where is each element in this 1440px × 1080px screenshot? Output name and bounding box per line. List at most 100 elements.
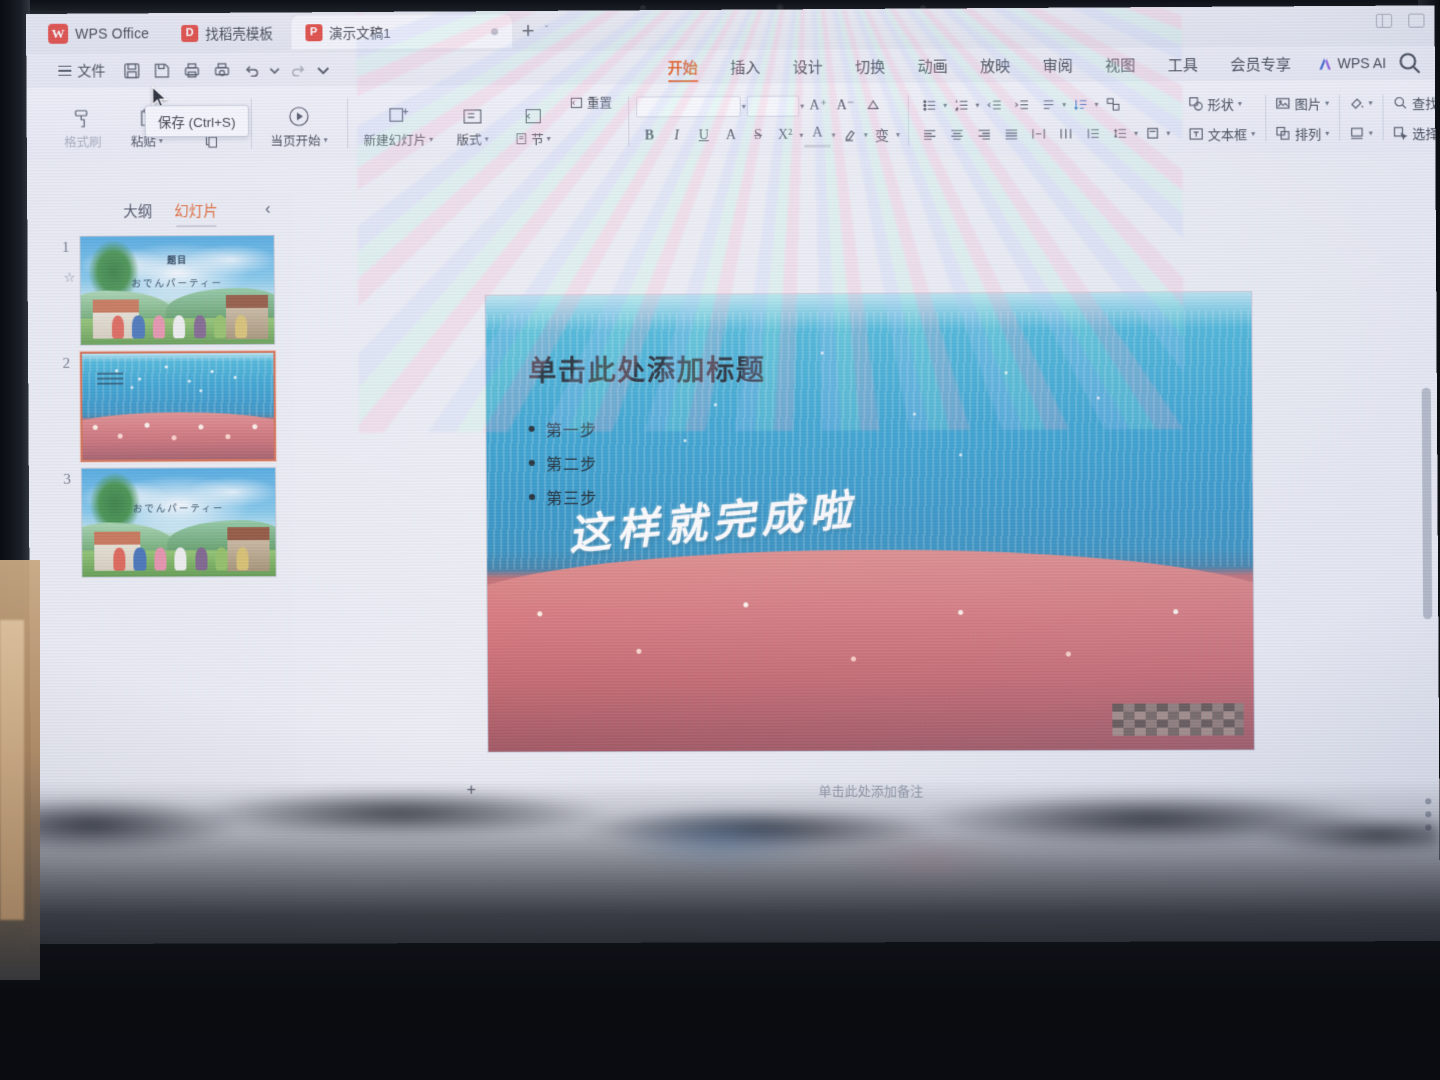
character-style-chevron-icon[interactable]: ▾ bbox=[896, 130, 900, 139]
print-icon[interactable] bbox=[177, 57, 205, 83]
scroll-nav-buttons[interactable] bbox=[1425, 798, 1432, 831]
undo-icon[interactable] bbox=[237, 57, 265, 83]
font-color-chevron-icon[interactable]: ▾ bbox=[832, 130, 836, 139]
numbered-list-icon[interactable] bbox=[948, 93, 974, 117]
slide-thumbnail-image[interactable]: おでんパーティー bbox=[80, 466, 277, 578]
tab-docer-templates[interactable]: D 找稻壳模板 bbox=[167, 17, 287, 48]
align-text-icon[interactable] bbox=[1139, 121, 1165, 145]
file-menu-button[interactable]: 文件 bbox=[48, 60, 115, 80]
slide-bullet[interactable]: 第一步 bbox=[528, 412, 598, 446]
align-right-icon[interactable] bbox=[971, 122, 997, 146]
slide-thumbnail-image[interactable]: 题目 おでんパーティー bbox=[79, 234, 276, 346]
shape-outline-button[interactable]: ▾ bbox=[1349, 119, 1373, 145]
line-spacing-icon[interactable] bbox=[1107, 121, 1133, 145]
distribute-icon[interactable] bbox=[1025, 122, 1051, 146]
ribbon-tab-start[interactable]: 开始 bbox=[652, 50, 715, 84]
strikethrough-icon[interactable]: S bbox=[745, 123, 771, 147]
wps-ai-button[interactable]: WPS AI bbox=[1307, 55, 1396, 72]
align-text-chevron-icon[interactable]: ▾ bbox=[1166, 129, 1170, 138]
highlight-chevron-icon[interactable]: ▾ bbox=[864, 130, 868, 139]
toolbar-chevron-down-icon[interactable] bbox=[314, 56, 332, 82]
search-icon[interactable] bbox=[1396, 50, 1422, 76]
tab-presentation-1[interactable]: P 演示文稿1 bbox=[290, 14, 512, 50]
wps-brand[interactable]: W WPS Office bbox=[34, 13, 163, 54]
save-icon[interactable] bbox=[117, 57, 145, 83]
smartart-icon[interactable] bbox=[1100, 92, 1126, 116]
save-as-icon[interactable] bbox=[147, 57, 175, 83]
print-preview-icon[interactable] bbox=[207, 57, 235, 83]
paragraph-spacing-icon[interactable] bbox=[1079, 121, 1105, 145]
italic-icon[interactable]: I bbox=[663, 124, 689, 148]
numbered-list-chevron-icon[interactable]: ▾ bbox=[975, 101, 979, 110]
textbox-button[interactable]: 文本框 ▾ bbox=[1189, 120, 1256, 147]
text-direction-icon[interactable] bbox=[1067, 92, 1093, 116]
start-from-current-slide-button[interactable]: 当页开始 ▾ bbox=[259, 88, 340, 159]
shapes-button[interactable]: 形状 ▾ bbox=[1188, 90, 1255, 117]
slide-canvas[interactable]: 单击此处添加标题 第一步 第二步 第三步 这样就完成啦 + 单击此处添加备注 bbox=[292, 186, 1440, 943]
font-size-input[interactable] bbox=[746, 95, 800, 117]
section-button[interactable]: 节 ▾ bbox=[503, 87, 562, 157]
tab-close-dot-icon[interactable] bbox=[490, 27, 498, 35]
slide-thumbnail-3[interactable]: 3 おでんパーティー bbox=[29, 466, 295, 584]
vertical-scrollbar[interactable] bbox=[1421, 207, 1434, 901]
layout-button[interactable]: 版式 ▾ bbox=[441, 87, 504, 157]
panel-tab-outline[interactable]: 大纲 bbox=[123, 200, 152, 221]
scrollbar-thumb[interactable] bbox=[1421, 387, 1433, 620]
notes-placeholder[interactable]: + 单击此处添加备注 bbox=[467, 769, 1255, 811]
ribbon-tab-member[interactable]: 会员专享 bbox=[1214, 46, 1307, 81]
ribbon-tab-view[interactable]: 视图 bbox=[1089, 47, 1152, 82]
undo-chevron-icon[interactable] bbox=[268, 56, 282, 82]
bullet-list-chevron-icon[interactable]: ▾ bbox=[943, 101, 947, 110]
pinyin-guide-icon[interactable] bbox=[1035, 93, 1061, 117]
tab-list-chevron-icon[interactable]: ˇ bbox=[545, 25, 557, 37]
picture-button[interactable]: 图片 ▾ bbox=[1275, 90, 1329, 116]
justify-icon[interactable] bbox=[998, 122, 1024, 146]
ribbon-tab-insert[interactable]: 插入 bbox=[714, 50, 777, 84]
slide-thumbnail-2[interactable]: 2 bbox=[28, 350, 294, 468]
clear-formatting-icon[interactable] bbox=[860, 94, 886, 118]
slide-thumbnail-image[interactable] bbox=[80, 350, 276, 462]
format-painter-button[interactable]: 格式刷 bbox=[50, 89, 114, 159]
reset-button[interactable]: 重置 bbox=[562, 87, 621, 157]
shrink-font-icon[interactable]: A⁻ bbox=[832, 94, 858, 118]
ribbon-tab-animation[interactable]: 动画 bbox=[901, 48, 964, 83]
decrease-indent-icon[interactable] bbox=[980, 93, 1006, 117]
sidebar-toggle-icon[interactable] bbox=[1408, 13, 1425, 28]
ribbon-tab-design[interactable]: 设计 bbox=[776, 49, 839, 83]
panel-tab-slides[interactable]: 幻灯片 bbox=[174, 199, 218, 220]
select-button[interactable]: 选择 ▾ bbox=[1393, 119, 1440, 145]
current-slide[interactable]: 单击此处添加标题 第一步 第二步 第三步 这样就完成啦 bbox=[485, 292, 1254, 752]
arrange-button[interactable]: 排列 ▾ bbox=[1275, 120, 1329, 146]
font-name-chevron-icon[interactable]: ▾ bbox=[742, 102, 746, 111]
new-tab-button[interactable]: + bbox=[516, 18, 541, 43]
slide-bullet[interactable]: 第二步 bbox=[528, 446, 598, 480]
grow-font-icon[interactable]: A⁺ bbox=[805, 94, 831, 118]
columns-icon[interactable] bbox=[1052, 122, 1078, 146]
add-notes-plus-icon[interactable]: + bbox=[467, 782, 476, 800]
split-view-icon[interactable] bbox=[1375, 13, 1393, 28]
pinyin-chevron-icon[interactable]: ▾ bbox=[1062, 100, 1066, 109]
line-spacing-chevron-icon[interactable]: ▾ bbox=[1134, 129, 1138, 138]
redo-icon[interactable] bbox=[284, 56, 312, 82]
superscript-chevron-icon[interactable]: ▾ bbox=[799, 131, 803, 140]
align-center-icon[interactable] bbox=[943, 122, 969, 146]
increase-indent-icon[interactable] bbox=[1008, 93, 1034, 117]
fill-color-button[interactable]: ▾ bbox=[1349, 89, 1373, 115]
font-color-icon[interactable]: A bbox=[804, 122, 831, 148]
align-left-icon[interactable] bbox=[916, 122, 942, 146]
highlighter-icon[interactable] bbox=[837, 123, 863, 147]
favorite-star-icon[interactable]: ☆ bbox=[64, 270, 76, 286]
font-name-input[interactable] bbox=[636, 95, 741, 118]
text-shadow-icon[interactable]: A bbox=[718, 123, 744, 147]
find-button[interactable]: 查找 ▾ bbox=[1393, 89, 1440, 115]
ribbon-tab-review[interactable]: 审阅 bbox=[1026, 48, 1089, 83]
character-style-icon[interactable]: 变 bbox=[869, 123, 895, 147]
slide-body-placeholder[interactable]: 第一步 第二步 第三步 bbox=[528, 412, 598, 515]
slide-title-placeholder[interactable]: 单击此处添加标题 bbox=[528, 349, 766, 390]
font-size-chevron-icon[interactable]: ▾ bbox=[800, 102, 804, 111]
ribbon-tab-tools[interactable]: 工具 bbox=[1151, 47, 1214, 82]
new-slide-button[interactable]: 新建幻灯片 ▾ bbox=[355, 88, 442, 159]
ribbon-tab-transition[interactable]: 切换 bbox=[839, 49, 902, 83]
underline-icon[interactable]: U bbox=[691, 124, 717, 148]
slide-thumbnail-1[interactable]: 1 ☆ 题目 おでんパーティー bbox=[27, 234, 293, 352]
